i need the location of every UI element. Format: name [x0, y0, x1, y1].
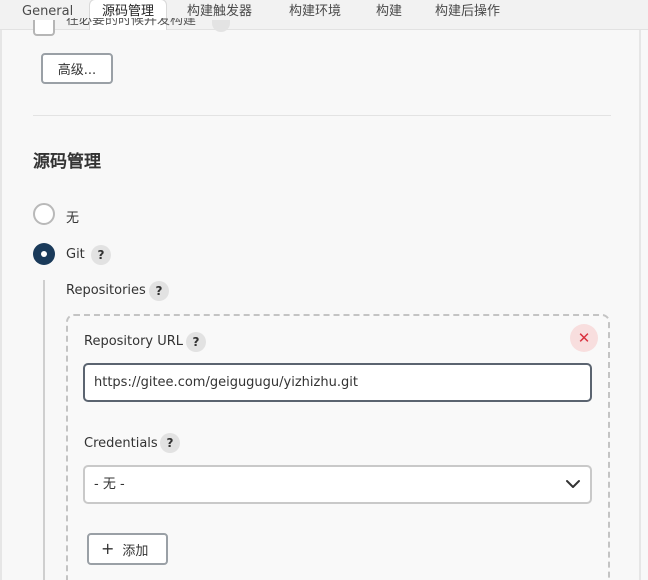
help-icon[interactable]: ? [186, 332, 206, 352]
plus-icon: + [101, 539, 115, 558]
add-button-label: 添加 [122, 543, 149, 559]
git-options-rail [43, 280, 45, 580]
tab-build[interactable]: 构建 [376, 0, 402, 30]
concurrent-build-label: 在必要的时候并发构建 [66, 18, 197, 28]
scm-none-radio[interactable] [33, 203, 55, 225]
chevron-down-icon[interactable] [565, 476, 581, 492]
credentials-label: Credentials [84, 436, 158, 451]
scm-none-label: 无 [66, 211, 80, 226]
concurrent-build-checkbox[interactable] [33, 20, 55, 36]
repositories-label: Repositories [66, 283, 146, 298]
close-icon[interactable]: ✕ [570, 324, 598, 352]
content-left-border [0, 30, 2, 580]
scm-git-radio[interactable] [33, 243, 55, 265]
help-icon[interactable]: ? [149, 281, 169, 301]
help-icon[interactable]: ? [91, 245, 111, 265]
repository-url-input[interactable] [83, 363, 592, 402]
section-title: 源码管理 [33, 152, 101, 172]
tab-post-build-actions[interactable]: 构建后操作 [435, 0, 500, 30]
scm-git-label: Git [66, 247, 85, 262]
repository-url-label: Repository URL [84, 334, 184, 349]
credentials-select[interactable]: - 无 - [83, 465, 592, 504]
section-divider [33, 115, 611, 116]
tab-build-environment[interactable]: 构建环境 [289, 0, 341, 30]
help-icon[interactable]: ? [160, 433, 180, 453]
content-right-border [639, 30, 641, 580]
add-credentials-button[interactable]: + 添加 [87, 533, 168, 565]
advanced-button[interactable]: 高级... [41, 53, 113, 84]
